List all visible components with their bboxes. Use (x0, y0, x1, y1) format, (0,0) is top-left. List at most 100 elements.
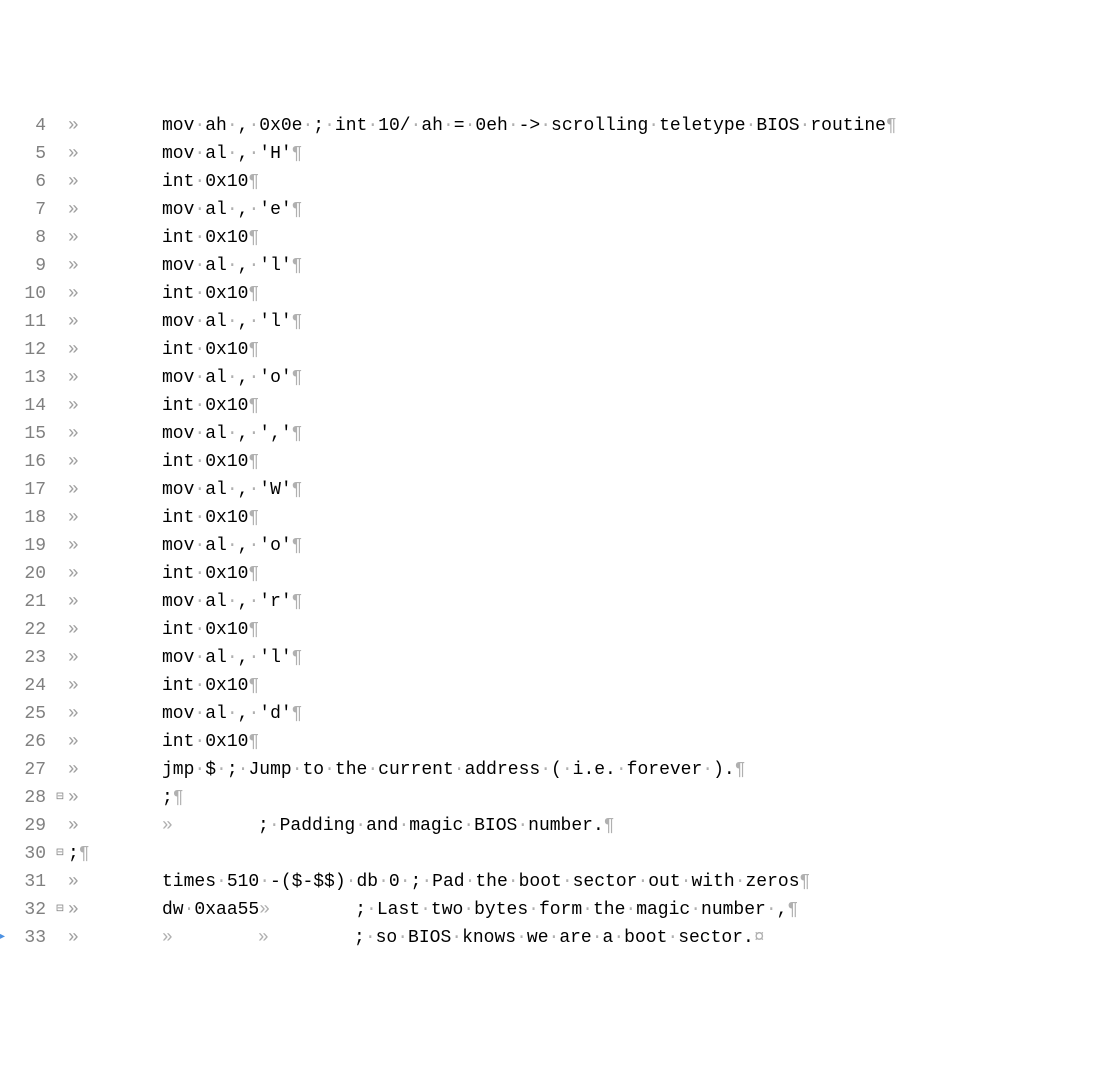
code-line[interactable]: 25»mov·al·,·'d'¶ (0, 700, 1111, 728)
code-token: are (559, 928, 591, 948)
code-token: dw (162, 900, 184, 920)
line-number: 33 (6, 924, 54, 952)
code-line[interactable]: 6»int·0x10¶ (0, 168, 1111, 196)
code-line[interactable]: 9»mov·al·,·'l'¶ (0, 252, 1111, 280)
code-line[interactable]: 18»int·0x10¶ (0, 504, 1111, 532)
code-token: , (238, 116, 249, 136)
code-line[interactable]: 14»int·0x10¶ (0, 392, 1111, 420)
space-whitespace-icon: · (194, 368, 205, 388)
code-line[interactable]: 21»mov·al·,·'r'¶ (0, 588, 1111, 616)
code-content[interactable]: mov·al·,·'o'¶ (162, 364, 302, 392)
code-line[interactable]: ▸33»»»;·so·BIOS·knows·we·are·a·boot·sect… (0, 924, 1111, 952)
code-content[interactable]: int·0x10¶ (162, 560, 259, 588)
code-line[interactable]: 31»times·510·-($-$$)·db·0·;·Pad·the·boot… (0, 868, 1111, 896)
code-line[interactable]: 27»jmp·$·;·Jump·to·the·current·address·(… (0, 756, 1111, 784)
code-content[interactable]: int·0x10¶ (162, 336, 259, 364)
code-token: ',' (259, 424, 291, 444)
code-line[interactable]: 29»»;·Padding·and·magic·BIOS·number.¶ (0, 812, 1111, 840)
code-token: ; (411, 872, 422, 892)
code-content[interactable]: int·0x10¶ (162, 616, 259, 644)
space-whitespace-icon: · (227, 368, 238, 388)
code-line[interactable]: 5»mov·al·,·'H'¶ (0, 140, 1111, 168)
eol-icon: ¤ (754, 928, 765, 948)
code-line[interactable]: 19»mov·al·,·'o'¶ (0, 532, 1111, 560)
eol-icon: ¶ (735, 760, 746, 780)
space-whitespace-icon: · (465, 116, 476, 136)
code-line[interactable]: 17»mov·al·,·'W'¶ (0, 476, 1111, 504)
code-content[interactable]: mov·al·,·'e'¶ (162, 196, 302, 224)
code-content[interactable]: mov·al·,·'o'¶ (162, 532, 302, 560)
code-content[interactable]: mov·al·,·'d'¶ (162, 700, 302, 728)
code-line[interactable]: 15»mov·al·,·','¶ (0, 420, 1111, 448)
code-token: BIOS (474, 816, 517, 836)
code-content[interactable]: times·510·-($-$$)·db·0·;·Pad·the·boot·se… (162, 868, 810, 896)
line-number: 10 (6, 280, 54, 308)
code-editor[interactable]: 4»mov·ah·,·0x0e·;·int·10/·ah·=·0eh·->·sc… (0, 112, 1111, 952)
code-token: mov (162, 256, 194, 276)
space-whitespace-icon: · (562, 872, 573, 892)
code-line[interactable]: 11»mov·al·,·'l'¶ (0, 308, 1111, 336)
line-number: 23 (6, 644, 54, 672)
code-line[interactable]: 28⊟»;¶ (0, 784, 1111, 812)
space-whitespace-icon: · (194, 116, 205, 136)
code-line[interactable]: 12»int·0x10¶ (0, 336, 1111, 364)
line-number: 28 (6, 784, 54, 812)
code-content[interactable]: mov·al·,·'l'¶ (162, 644, 302, 672)
space-whitespace-icon: · (194, 536, 205, 556)
fold-icon[interactable]: ⊟ (54, 784, 66, 812)
code-content[interactable]: ;¶ (68, 840, 90, 868)
code-line[interactable]: 7»mov·al·,·'e'¶ (0, 196, 1111, 224)
code-token: teletype (659, 116, 745, 136)
space-whitespace-icon: · (194, 312, 205, 332)
code-content[interactable]: mov·al·,·'W'¶ (162, 476, 302, 504)
code-line[interactable]: 24»int·0x10¶ (0, 672, 1111, 700)
code-token: 0x0e (259, 116, 302, 136)
code-content[interactable]: dw·0xaa55»;·Last·two·bytes·form·the·magi… (162, 896, 798, 924)
space-whitespace-icon: · (800, 116, 811, 136)
code-line[interactable]: 32⊟»dw·0xaa55»;·Last·two·bytes·form·the·… (0, 896, 1111, 924)
code-content[interactable]: »»;·so·BIOS·knows·we·are·a·boot·sector.¤ (162, 924, 765, 952)
code-line[interactable]: 22»int·0x10¶ (0, 616, 1111, 644)
fold-icon[interactable]: ⊟ (54, 896, 66, 924)
code-content[interactable]: ;¶ (162, 784, 184, 812)
code-token: db (356, 872, 378, 892)
code-content[interactable]: int·0x10¶ (162, 280, 259, 308)
tab-whitespace-icon: » (66, 700, 162, 728)
code-content[interactable]: mov·al·,·'H'¶ (162, 140, 302, 168)
code-content[interactable]: mov·ah·,·0x0e·;·int·10/·ah·=·0eh·->·scro… (162, 112, 897, 140)
space-whitespace-icon: · (421, 872, 432, 892)
code-line[interactable]: 30⊟;¶ (0, 840, 1111, 868)
code-token: 0x10 (205, 284, 248, 304)
code-content[interactable]: mov·al·,·','¶ (162, 420, 302, 448)
code-token: int (162, 564, 194, 584)
line-number: 8 (6, 224, 54, 252)
code-content[interactable]: int·0x10¶ (162, 672, 259, 700)
space-whitespace-icon: · (194, 256, 205, 276)
code-token: knows (462, 928, 516, 948)
code-content[interactable]: mov·al·,·'r'¶ (162, 588, 302, 616)
fold-icon[interactable]: ⊟ (54, 840, 66, 868)
code-line[interactable]: 4»mov·ah·,·0x0e·;·int·10/·ah·=·0eh·->·sc… (0, 112, 1111, 140)
code-content[interactable]: int·0x10¶ (162, 392, 259, 420)
code-content[interactable]: int·0x10¶ (162, 448, 259, 476)
code-line[interactable]: 10»int·0x10¶ (0, 280, 1111, 308)
code-content[interactable]: mov·al·,·'l'¶ (162, 252, 302, 280)
code-content[interactable]: int·0x10¶ (162, 168, 259, 196)
code-content[interactable]: »;·Padding·and·magic·BIOS·number.¶ (162, 812, 615, 840)
code-content[interactable]: int·0x10¶ (162, 224, 259, 252)
code-line[interactable]: 8»int·0x10¶ (0, 224, 1111, 252)
code-content[interactable]: jmp·$·;·Jump·to·the·current·address·(·i.… (162, 756, 746, 784)
eol-icon: ¶ (248, 452, 259, 472)
code-content[interactable]: mov·al·,·'l'¶ (162, 308, 302, 336)
code-line[interactable]: 16»int·0x10¶ (0, 448, 1111, 476)
code-line[interactable]: 13»mov·al·,·'o'¶ (0, 364, 1111, 392)
code-line[interactable]: 23»mov·al·,·'l'¶ (0, 644, 1111, 672)
code-line[interactable]: 20»int·0x10¶ (0, 560, 1111, 588)
space-whitespace-icon: · (702, 760, 713, 780)
space-whitespace-icon: · (248, 144, 259, 164)
line-number: 21 (6, 588, 54, 616)
space-whitespace-icon: · (400, 872, 411, 892)
code-content[interactable]: int·0x10¶ (162, 728, 259, 756)
code-line[interactable]: 26»int·0x10¶ (0, 728, 1111, 756)
code-content[interactable]: int·0x10¶ (162, 504, 259, 532)
